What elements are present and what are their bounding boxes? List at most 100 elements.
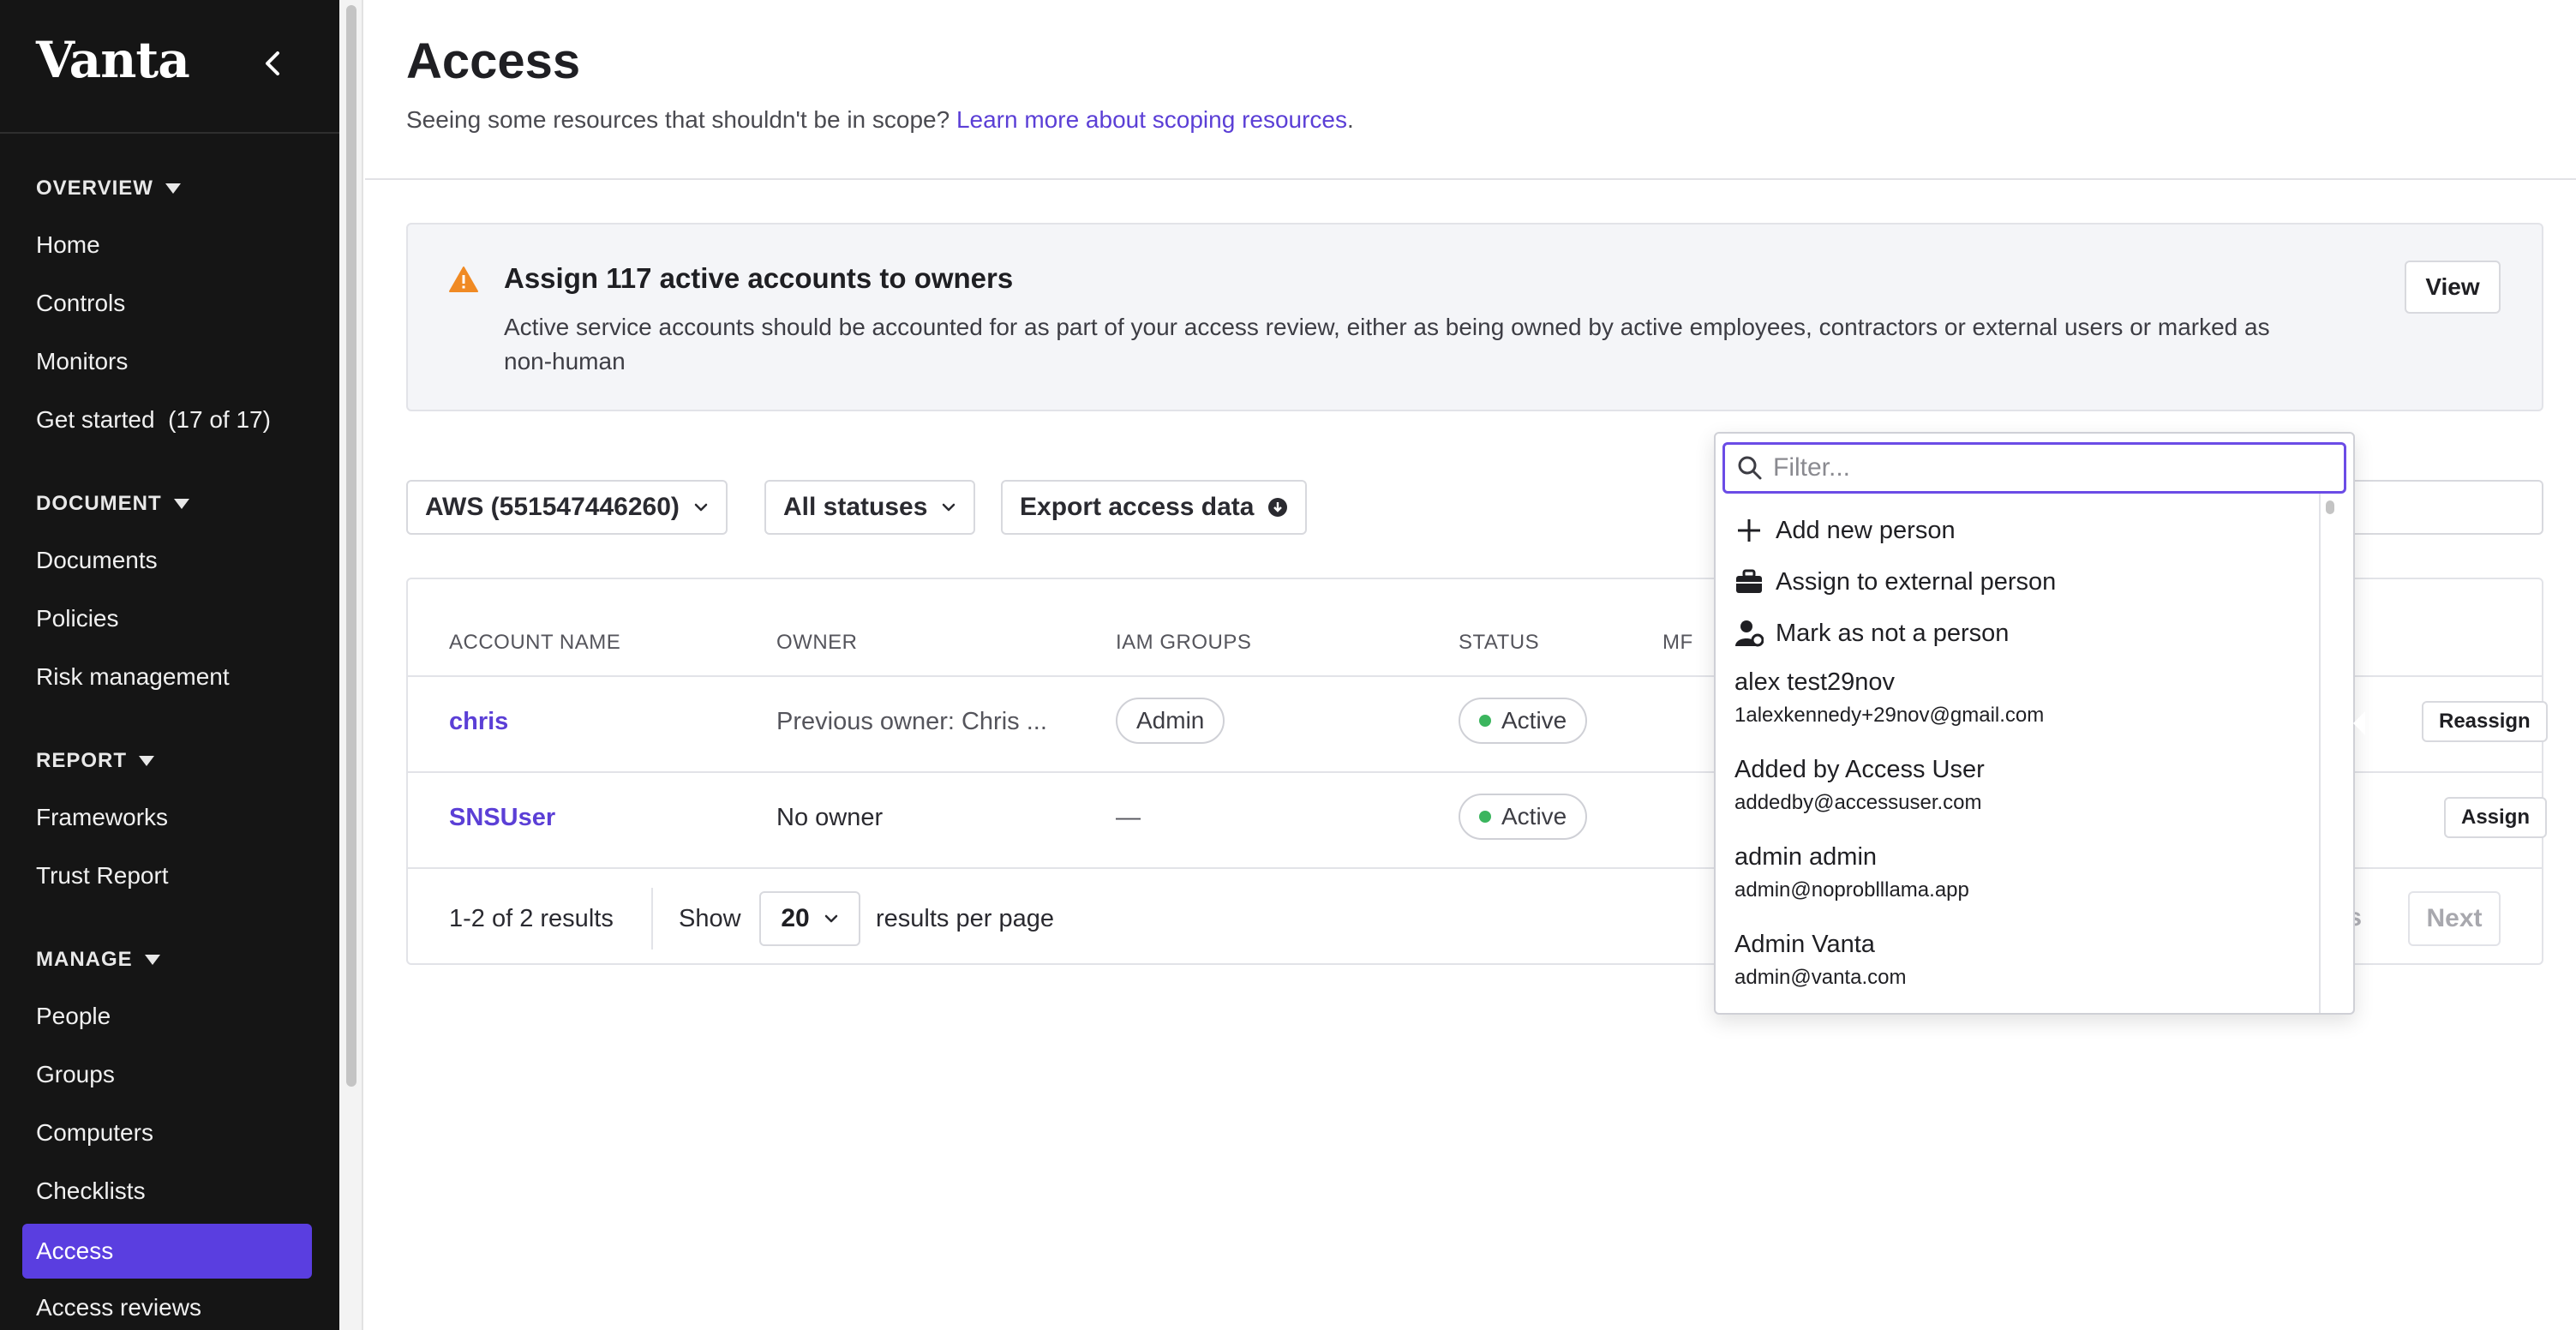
sidebar-item-risk-management[interactable]: Risk management: [36, 663, 230, 691]
caret-down-icon: [165, 183, 181, 194]
chevron-left-icon[interactable]: [257, 43, 288, 84]
status-label: Active: [1501, 707, 1567, 734]
reassign-button[interactable]: Reassign: [2422, 701, 2548, 742]
chevron-down-icon: [694, 503, 708, 512]
badge-label: Admin: [1136, 707, 1205, 734]
plus-icon: [1738, 519, 1760, 542]
scrollbar-thumb[interactable]: [2326, 500, 2334, 514]
show-label: Show: [679, 905, 741, 932]
sidebar-item-groups[interactable]: Groups: [36, 1061, 115, 1088]
banner-title: Assign 117 active accounts to owners: [504, 262, 1014, 294]
option-label: Assign to external person: [1776, 567, 2057, 596]
account-filter-dropdown[interactable]: AWS (551547446260): [406, 480, 728, 535]
caret-down-icon: [144, 955, 160, 965]
subtitle-period: .: [1347, 106, 1354, 133]
col-status[interactable]: STATUS: [1459, 631, 1539, 655]
sidebar-item-trust-report[interactable]: Trust Report: [36, 862, 169, 890]
subtitle-text: Seeing some resources that shouldn't be …: [406, 106, 950, 133]
sidebar-item-access[interactable]: Access: [22, 1224, 312, 1279]
sidebar-item-access-reviews[interactable]: Access reviews: [36, 1294, 201, 1321]
header-divider: [365, 178, 2576, 180]
sidebar-item-checklists[interactable]: Checklists: [36, 1177, 146, 1205]
section-title: REPORT: [36, 749, 128, 772]
col-account-name[interactable]: ACCOUNT NAME: [449, 631, 620, 655]
owner-cell: Previous owner: Chris ...: [776, 708, 1047, 735]
assign-owners-banner: Assign 117 active accounts to owners Act…: [406, 223, 2543, 411]
status-badge: Active: [1459, 698, 1588, 744]
assign-owner-dropdown: Add new person Assign to external person…: [1714, 432, 2355, 1015]
sidebar: Vanta OVERVIEW Home Controls Monitors Ge…: [0, 0, 339, 1330]
status-badge: Active: [1459, 794, 1588, 840]
dropdown-scrollbar[interactable]: [2319, 494, 2338, 1013]
per-page-suffix: results per page: [876, 905, 1054, 932]
option-label: Add new person: [1776, 516, 1956, 544]
status-dot-icon: [1479, 811, 1491, 823]
person-email: admin@noproblllama.app: [1734, 878, 1969, 902]
person-email: 1alexkennedy+29nov@gmail.com: [1734, 704, 2045, 727]
section-overview[interactable]: OVERVIEW: [36, 177, 181, 201]
sidebar-item-people[interactable]: People: [36, 1003, 111, 1030]
person-option[interactable]: Added by Access User addedby@accessuser.…: [1734, 756, 1985, 815]
person-name: admin admin: [1734, 843, 1878, 871]
option-label: Mark as not a person: [1776, 619, 2010, 647]
person-option[interactable]: alex test29nov 1alexkennedy+29nov@gmail.…: [1734, 668, 2044, 728]
col-mfa[interactable]: MF: [1662, 631, 1693, 655]
account-name-link[interactable]: chris: [449, 708, 508, 736]
footer-divider: [651, 888, 653, 950]
account-name-link[interactable]: SNSUser: [449, 804, 555, 832]
sidebar-item-frameworks[interactable]: Frameworks: [36, 804, 168, 831]
person-option[interactable]: Admin Vanta admin@vanta.com: [1734, 931, 1906, 990]
page-title: Access: [406, 33, 581, 89]
sidebar-item-home[interactable]: Home: [36, 231, 100, 259]
export-label: Export access data: [1020, 493, 1255, 521]
view-button[interactable]: View: [2405, 261, 2501, 314]
sidebar-item-monitors[interactable]: Monitors: [36, 348, 128, 375]
owner-cell: No owner: [776, 804, 884, 831]
export-access-data-button[interactable]: Export access data: [1001, 480, 1308, 535]
account-filter-label: AWS (551547446260): [425, 493, 680, 521]
col-iam-groups[interactable]: IAM GROUPS: [1116, 631, 1251, 655]
per-page-select[interactable]: 20: [759, 891, 860, 946]
sidebar-item-controls[interactable]: Controls: [36, 290, 125, 317]
sidebar-item-computers[interactable]: Computers: [36, 1119, 153, 1147]
search-icon: [1738, 456, 1762, 480]
status-label: Active: [1501, 803, 1567, 830]
scoping-resources-link[interactable]: Learn more about scoping resources: [956, 106, 1347, 133]
sidebar-item-documents[interactable]: Documents: [36, 547, 158, 574]
chevron-down-icon: [943, 503, 956, 512]
filter-input[interactable]: [1773, 453, 2321, 482]
user-cog-icon: [1735, 620, 1764, 647]
per-page-value: 20: [781, 904, 810, 932]
page-subtitle: Seeing some resources that shouldn't be …: [406, 106, 1354, 134]
status-filter-dropdown[interactable]: All statuses: [764, 480, 976, 535]
col-owner[interactable]: OWNER: [776, 631, 858, 655]
caret-down-icon: [173, 499, 189, 509]
section-report[interactable]: REPORT: [36, 749, 155, 773]
results-count: 1-2 of 2 results: [449, 905, 614, 932]
person-name: alex test29nov: [1734, 668, 1896, 696]
warning-icon: [449, 267, 478, 292]
filter-field[interactable]: [1722, 442, 2346, 494]
assign-external-person-option[interactable]: Assign to external person: [1734, 567, 2056, 596]
assign-button[interactable]: Assign: [2444, 797, 2548, 838]
add-new-person-option[interactable]: Add new person: [1734, 516, 1956, 545]
caret-down-icon: [139, 756, 155, 766]
section-title: MANAGE: [36, 948, 133, 971]
download-circle-icon: [1268, 498, 1288, 517]
iam-groups-empty: —: [1116, 804, 1141, 831]
sidebar-item-get-started[interactable]: Get started (17 of 17): [36, 406, 271, 434]
section-document[interactable]: DOCUMENT: [36, 492, 189, 516]
sidebar-scrollbar[interactable]: [339, 0, 363, 1330]
person-option[interactable]: admin admin admin@noproblllama.app: [1734, 843, 1969, 902]
vanta-logo[interactable]: Vanta: [36, 31, 190, 89]
chevron-down-icon: [824, 914, 837, 923]
status-filter-label: All statuses: [783, 493, 928, 521]
person-name: Admin Vanta: [1734, 931, 1875, 958]
person-email: admin@vanta.com: [1734, 966, 1907, 989]
sidebar-item-policies[interactable]: Policies: [36, 605, 118, 632]
mark-not-person-option[interactable]: Mark as not a person: [1734, 619, 2009, 648]
section-manage[interactable]: MANAGE: [36, 948, 160, 972]
scrollbar-thumb[interactable]: [346, 5, 356, 1087]
status-dot-icon: [1479, 715, 1491, 727]
next-button[interactable]: Next: [2408, 891, 2501, 946]
